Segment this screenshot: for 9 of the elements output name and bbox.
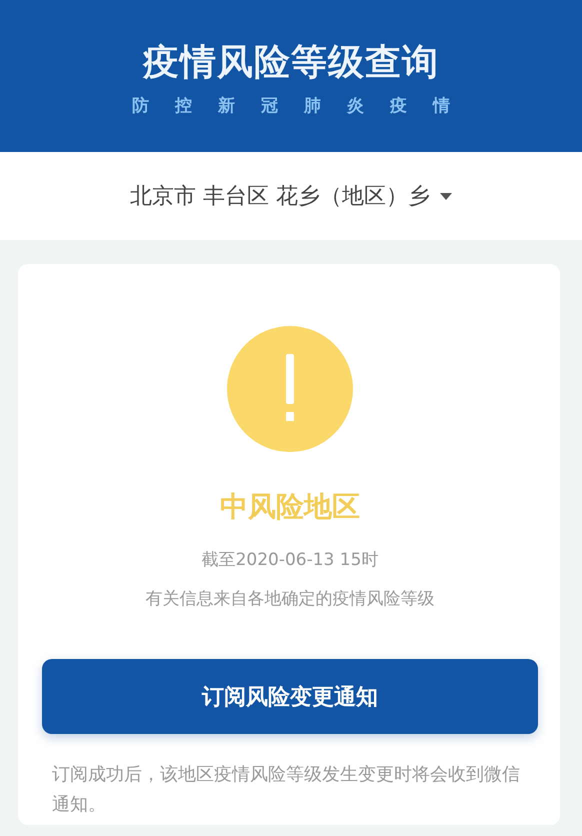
location-dropdown[interactable]: 北京市 丰台区 花乡（地区）乡 — [130, 181, 452, 211]
source-note: 有关信息来自各地确定的疫情风险等级 — [144, 588, 436, 611]
subscribe-button[interactable]: 订阅风险变更通知 — [42, 659, 538, 734]
caret-icon — [440, 192, 452, 200]
risk-level-label: 中风险地区 — [219, 489, 361, 525]
as-of-time: 截至2020-06-13 15时 — [200, 549, 380, 572]
page-subtitle: 防控新冠肺炎疫情 — [132, 95, 476, 118]
page-title: 疫情风险等级查询 — [143, 41, 439, 85]
subscribe-note: 订阅成功后，该地区疫情风险等级发生变更时将会收到微信通知。 — [52, 763, 521, 817]
